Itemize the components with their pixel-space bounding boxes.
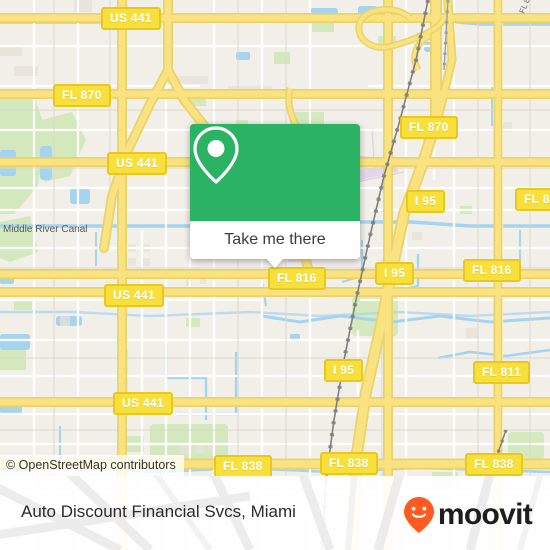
road-shield-fl-838-right[interactable]: FL 838 xyxy=(465,453,523,476)
map-canvas[interactable]: FL 845 Middle River Canal US 441 FL 870 … xyxy=(0,0,550,550)
footer-bar: Auto Discount Financial Svcs, Miami moov… xyxy=(0,476,550,550)
map-pin-icon xyxy=(193,126,239,184)
moovit-logo[interactable]: moovit xyxy=(403,496,533,534)
road-shield-fl-870-right[interactable]: FL 870 xyxy=(400,116,458,139)
map-screenshot: FL 845 Middle River Canal US 441 FL 870 … xyxy=(0,0,550,550)
road-shield-fl-816-right[interactable]: FL 816 xyxy=(463,259,521,282)
water-label-middle-river-canal: Middle River Canal xyxy=(3,224,88,235)
road-shield-i-95-lower[interactable]: I 95 xyxy=(324,359,364,382)
popup-header xyxy=(190,124,360,221)
road-shield-i-95-mid[interactable]: I 95 xyxy=(375,262,415,285)
road-shield-fl-811-upper[interactable]: FL 811 xyxy=(515,188,550,211)
location-popup[interactable]: Take me there xyxy=(190,124,360,268)
road-shield-i-95-upper[interactable]: I 95 xyxy=(406,190,446,213)
road-shield-fl-838-center[interactable]: FL 838 xyxy=(320,452,378,475)
moovit-wordmark: moovit xyxy=(437,498,533,531)
map-attribution: © OpenStreetMap contributors xyxy=(0,455,184,476)
road-shield-fl-838-left[interactable]: FL 838 xyxy=(214,455,272,478)
road-shield-us-441-top[interactable]: US 441 xyxy=(101,7,161,30)
moovit-pin-smiley-icon xyxy=(403,497,434,533)
road-shield-us-441-lower[interactable]: US 441 xyxy=(113,392,173,415)
road-shield-fl-816-center[interactable]: FL 816 xyxy=(268,267,326,290)
road-shield-fl-811-lower[interactable]: FL 811 xyxy=(473,361,530,384)
place-title: Auto Discount Financial Svcs, Miami xyxy=(21,502,296,521)
take-me-there-button[interactable]: Take me there xyxy=(190,221,360,259)
road-shield-us-441-upper[interactable]: US 441 xyxy=(107,152,167,175)
road-shield-fl-870-left[interactable]: FL 870 xyxy=(53,84,111,107)
road-shield-us-441-mid[interactable]: US 441 xyxy=(104,284,164,307)
popup-tail xyxy=(266,258,284,268)
